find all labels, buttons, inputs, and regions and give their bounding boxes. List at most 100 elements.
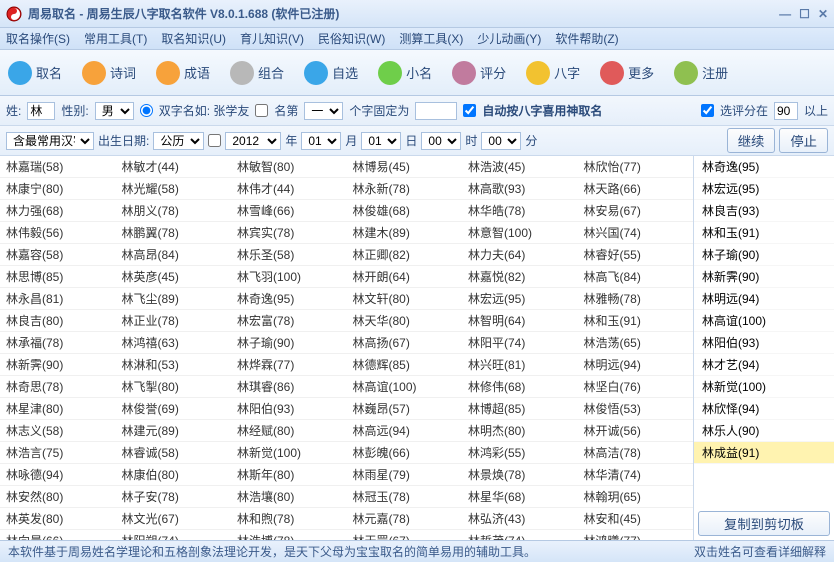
name-cell[interactable]: 林文轩(80) <box>347 288 463 310</box>
name-cell[interactable]: 林高扬(67) <box>347 332 463 354</box>
name-cell[interactable]: 林俊誉(69) <box>116 398 232 420</box>
menu-item[interactable]: 软件帮助(Z) <box>555 30 618 47</box>
name-cell[interactable]: 林鸿彩(55) <box>462 442 578 464</box>
maximize-button[interactable]: ☐ <box>799 7 810 21</box>
fav-item[interactable]: 林乐人(90) <box>694 420 834 442</box>
fav-item[interactable]: 林才艺(94) <box>694 354 834 376</box>
year-select[interactable]: 2012 <box>225 132 281 150</box>
fav-item[interactable]: 林新觉(100) <box>694 376 834 398</box>
name-cell[interactable]: 林伟才(44) <box>231 178 347 200</box>
name-cell[interactable]: 林新觉(100) <box>231 442 347 464</box>
name-cell[interactable]: 林华清(74) <box>578 464 694 486</box>
name-cell[interactable]: 林光耀(58) <box>116 178 232 200</box>
name-cell[interactable]: 林浩言(75) <box>0 442 116 464</box>
copy-button[interactable]: 复制到剪切板 <box>698 511 830 536</box>
name-cell[interactable]: 林敏才(44) <box>116 156 232 178</box>
name-cell[interactable]: 林弘济(43) <box>462 508 578 530</box>
fav-item[interactable]: 林高谊(100) <box>694 310 834 332</box>
name-cell[interactable]: 林俊雄(68) <box>347 200 463 222</box>
stop-button[interactable]: 停止 <box>779 128 828 153</box>
name-cell[interactable]: 林力夫(64) <box>462 244 578 266</box>
score-check[interactable] <box>701 104 714 117</box>
name-cell[interactable]: 林浩波(45) <box>462 156 578 178</box>
name-cell[interactable]: 林思博(85) <box>0 266 116 288</box>
gender-select[interactable]: 男 <box>95 102 134 120</box>
rank-check[interactable] <box>255 104 268 117</box>
toolbar-诗词[interactable]: 诗词 <box>82 61 136 85</box>
fav-item[interactable]: 林欣怿(94) <box>694 398 834 420</box>
month-select[interactable]: 01 <box>301 132 341 150</box>
toolbar-注册[interactable]: 注册 <box>674 61 728 85</box>
name-cell[interactable]: 林浩荡(65) <box>578 332 694 354</box>
menu-item[interactable]: 常用工具(T) <box>84 30 147 47</box>
name-cell[interactable]: 林睿诚(58) <box>116 442 232 464</box>
name-cell[interactable]: 林元嘉(78) <box>347 508 463 530</box>
name-cell[interactable]: 林雨星(79) <box>347 464 463 486</box>
toolbar-取名[interactable]: 取名 <box>8 61 62 85</box>
name-cell[interactable]: 林子瑜(90) <box>231 332 347 354</box>
close-button[interactable]: ✕ <box>818 7 828 21</box>
name-cell[interactable]: 林飞尘(89) <box>116 288 232 310</box>
name-cell[interactable]: 林高歌(93) <box>462 178 578 200</box>
name-cell[interactable]: 林新霁(90) <box>0 354 116 376</box>
name-cell[interactable]: 林朋义(78) <box>116 200 232 222</box>
name-cell[interactable]: 林星津(80) <box>0 398 116 420</box>
name-cell[interactable]: 林鹏翼(78) <box>116 222 232 244</box>
name-cell[interactable]: 林睿好(55) <box>578 244 694 266</box>
name-cell[interactable]: 林明远(94) <box>578 354 694 376</box>
name-cell[interactable]: 林博超(85) <box>462 398 578 420</box>
name-cell[interactable]: 林淋和(53) <box>116 354 232 376</box>
name-cell[interactable]: 林兴旺(81) <box>462 354 578 376</box>
name-cell[interactable]: 林烨霖(77) <box>231 354 347 376</box>
name-cell[interactable]: 林俊悟(53) <box>578 398 694 420</box>
menu-item[interactable]: 民俗知识(W) <box>318 30 385 47</box>
name-cell[interactable]: 林翰玥(65) <box>578 486 694 508</box>
name-cell[interactable]: 林飞羽(100) <box>231 266 347 288</box>
name-cell[interactable]: 林景焕(78) <box>462 464 578 486</box>
name-cell[interactable]: 林承福(78) <box>0 332 116 354</box>
name-cell[interactable]: 林建木(89) <box>347 222 463 244</box>
fav-item[interactable]: 林和玉(91) <box>694 222 834 244</box>
name-cell[interactable]: 林意智(100) <box>462 222 578 244</box>
fav-item[interactable]: 林阳伯(93) <box>694 332 834 354</box>
name-cell[interactable]: 林明杰(80) <box>462 420 578 442</box>
name-cell[interactable]: 林智明(64) <box>462 310 578 332</box>
menu-item[interactable]: 取名操作(S) <box>6 30 70 47</box>
name-cell[interactable]: 林宏远(95) <box>462 288 578 310</box>
fav-item[interactable]: 林宏远(95) <box>694 178 834 200</box>
name-cell[interactable]: 林星华(68) <box>462 486 578 508</box>
toolbar-八字[interactable]: 八字 <box>526 61 580 85</box>
name-cell[interactable]: 林哲茂(74) <box>462 530 578 540</box>
calendar-select[interactable]: 公历 <box>153 132 204 150</box>
charset-select[interactable]: 含最常用汉字 <box>6 132 94 150</box>
name-cell[interactable]: 林嘉瑞(58) <box>0 156 116 178</box>
fav-item[interactable]: 林良吉(93) <box>694 200 834 222</box>
name-cell[interactable]: 林安易(67) <box>578 200 694 222</box>
name-cell[interactable]: 林华皓(78) <box>462 200 578 222</box>
fav-item[interactable]: 林成益(91) <box>694 442 834 464</box>
name-cell[interactable]: 林巍昂(57) <box>347 398 463 420</box>
name-cell[interactable]: 林和煦(78) <box>231 508 347 530</box>
toolbar-更多[interactable]: 更多 <box>600 61 654 85</box>
auto-check[interactable] <box>463 104 476 117</box>
name-cell[interactable]: 林修伟(68) <box>462 376 578 398</box>
menu-item[interactable]: 取名知识(U) <box>161 30 226 47</box>
name-cell[interactable]: 林飞掣(80) <box>116 376 232 398</box>
continue-button[interactable]: 继续 <box>727 128 776 153</box>
toolbar-自选[interactable]: 自选 <box>304 61 358 85</box>
name-cell[interactable]: 林乐圣(58) <box>231 244 347 266</box>
name-cell[interactable]: 林冠玉(78) <box>347 486 463 508</box>
name-cell[interactable]: 林高远(94) <box>347 420 463 442</box>
name-cell[interactable]: 林永昌(81) <box>0 288 116 310</box>
menu-item[interactable]: 少儿动画(Y) <box>477 30 541 47</box>
rank-select[interactable]: 一 <box>304 102 343 120</box>
name-cell[interactable]: 林文光(67) <box>116 508 232 530</box>
fav-item[interactable]: 林子瑜(90) <box>694 244 834 266</box>
double-name-radio[interactable] <box>140 104 153 117</box>
toolbar-小名[interactable]: 小名 <box>378 61 432 85</box>
name-cell[interactable]: 林高昂(84) <box>116 244 232 266</box>
name-cell[interactable]: 林兴国(74) <box>578 222 694 244</box>
name-cell[interactable]: 林正业(78) <box>116 310 232 332</box>
name-cell[interactable]: 林力强(68) <box>0 200 116 222</box>
name-cell[interactable]: 林开诚(56) <box>578 420 694 442</box>
